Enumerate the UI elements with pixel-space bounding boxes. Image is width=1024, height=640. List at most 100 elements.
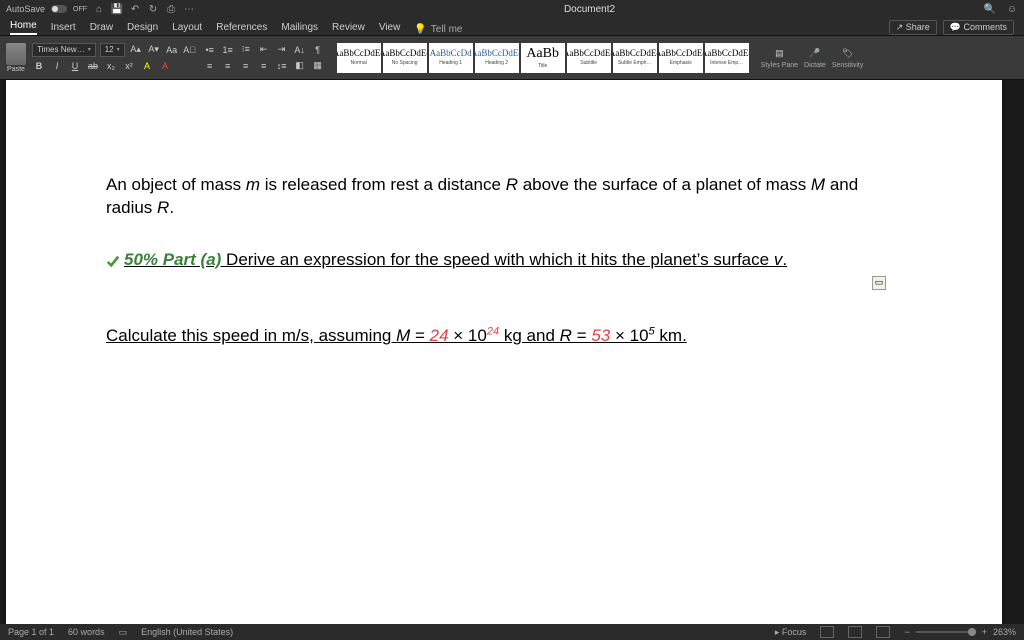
focus-mode-button[interactable]: ▸ Focus: [775, 627, 807, 638]
shading-icon[interactable]: ◧: [293, 59, 307, 73]
autosave-toggle[interactable]: [51, 5, 67, 13]
style-sample: AaBbCcDdEe: [705, 49, 749, 58]
tell-me[interactable]: 💡 Tell me: [414, 24, 462, 35]
undo-icon[interactable]: ↶: [129, 3, 141, 15]
style-no-spacing[interactable]: AaBbCcDdEeNo Spacing: [383, 43, 427, 73]
tab-home[interactable]: Home: [10, 20, 37, 35]
grow-font-icon[interactable]: A▴: [129, 43, 143, 57]
tab-mailings[interactable]: Mailings: [281, 22, 318, 35]
indent-icon[interactable]: ⇥: [275, 43, 289, 57]
autosave-state: OFF: [73, 6, 87, 13]
save-icon[interactable]: 💾: [111, 3, 123, 15]
style-title[interactable]: AaBbTitle: [521, 43, 565, 73]
paragraph-group: •≡ 1≡ ⁝≡ ⇤ ⇥ A↓ ¶ ≡ ≡ ≡ ≡ ↕≡ ◧ ▦: [203, 43, 325, 73]
underline-icon[interactable]: U: [68, 59, 82, 73]
status-spellcheck-icon[interactable]: ▭: [119, 627, 128, 638]
layout-options-icon[interactable]: ▭: [872, 276, 886, 290]
more-icon[interactable]: ⋯: [183, 3, 195, 15]
multilevel-icon[interactable]: ⁝≡: [239, 43, 253, 57]
tab-design[interactable]: Design: [127, 22, 158, 35]
align-right-icon[interactable]: ≡: [239, 59, 253, 73]
superscript-icon[interactable]: x²: [122, 59, 136, 73]
font-size-select[interactable]: 12▾: [100, 43, 125, 57]
tab-draw[interactable]: Draw: [90, 22, 113, 35]
tab-layout[interactable]: Layout: [172, 22, 202, 35]
style-heading-2[interactable]: AaBbCcDdEeHeading 2: [475, 43, 519, 73]
borders-icon[interactable]: ▦: [311, 59, 325, 73]
zoom-in-icon[interactable]: +: [982, 627, 987, 637]
page-content[interactable]: An object of mass m is released from res…: [106, 174, 866, 346]
part-label: 50% Part (a): [124, 250, 226, 269]
strike-icon[interactable]: ab: [86, 59, 100, 73]
style-label: Heading 2: [485, 60, 508, 66]
style-label: Subtle Emph…: [618, 60, 652, 66]
web-layout-icon[interactable]: [876, 626, 890, 638]
numbering-icon[interactable]: 1≡: [221, 43, 235, 57]
style-label: Normal: [351, 60, 367, 66]
italic-icon[interactable]: I: [50, 59, 64, 73]
style-label: Title: [538, 63, 547, 69]
smile-icon[interactable]: ☺: [1006, 3, 1018, 15]
tab-view[interactable]: View: [379, 22, 401, 35]
autosave-label: AutoSave: [6, 4, 45, 14]
style-heading-1[interactable]: AaBbCcDdHeading 1: [429, 43, 473, 73]
style-intense-emp-[interactable]: AaBbCcDdEeIntense Emp…: [705, 43, 749, 73]
print-layout-icon[interactable]: [848, 626, 862, 638]
styles-pane-button[interactable]: ▤ Styles Pane: [761, 47, 798, 69]
sensitivity-icon: 🏷: [841, 47, 855, 61]
clear-format-icon[interactable]: A⃠: [183, 43, 197, 57]
comments-button[interactable]: 💬 Comments: [943, 20, 1014, 35]
bullets-icon[interactable]: •≡: [203, 43, 217, 57]
sort-icon[interactable]: A↓: [293, 43, 307, 57]
ribbon-tabs: Home Insert Draw Design Layout Reference…: [0, 18, 1024, 36]
style-sample: AaBbCcDdEe: [659, 49, 703, 58]
zoom-control[interactable]: − + 263%: [904, 627, 1016, 637]
tab-references[interactable]: References: [216, 22, 267, 35]
line-spacing-icon[interactable]: ↕≡: [275, 59, 289, 73]
align-center-icon[interactable]: ≡: [221, 59, 235, 73]
redo-icon[interactable]: ↻: [147, 3, 159, 15]
sensitivity-button[interactable]: 🏷 Sensitivity: [832, 47, 864, 69]
shrink-font-icon[interactable]: A▾: [147, 43, 161, 57]
style-label: Emphasis: [670, 60, 692, 66]
style-label: No Spacing: [392, 60, 418, 66]
page[interactable]: An object of mass m is released from res…: [6, 80, 1002, 624]
outdent-icon[interactable]: ⇤: [257, 43, 271, 57]
paragraph-part-a[interactable]: 50% Part (a) Derive an expression for th…: [106, 250, 866, 270]
tab-review[interactable]: Review: [332, 22, 365, 35]
show-marks-icon[interactable]: ¶: [311, 43, 325, 57]
read-mode-icon[interactable]: [820, 626, 834, 638]
align-left-icon[interactable]: ≡: [203, 59, 217, 73]
status-bar: Page 1 of 1 60 words ▭ English (United S…: [0, 624, 1024, 640]
style-sample: AaBbCcDdEe: [567, 49, 611, 58]
tab-insert[interactable]: Insert: [51, 22, 76, 35]
subscript-icon[interactable]: x₂: [104, 59, 118, 73]
highlight-icon[interactable]: A: [140, 59, 154, 73]
mic-icon: 🎤: [808, 47, 822, 61]
style-subtitle[interactable]: AaBbCcDdEeSubtitle: [567, 43, 611, 73]
paragraph-intro[interactable]: An object of mass m is released from res…: [106, 174, 866, 220]
paste-group[interactable]: Paste: [6, 36, 26, 79]
dictate-button[interactable]: 🎤 Dictate: [804, 47, 826, 69]
print-icon[interactable]: ⎙: [165, 3, 177, 15]
status-words[interactable]: 60 words: [68, 627, 105, 637]
style-subtle-emph-[interactable]: AaBbCcDdEeSubtle Emph…: [613, 43, 657, 73]
zoom-slider[interactable]: [916, 631, 976, 633]
style-normal[interactable]: AaBbCcDdEeNormal: [337, 43, 381, 73]
zoom-out-icon[interactable]: −: [904, 627, 909, 637]
change-case-icon[interactable]: Aa: [165, 43, 179, 57]
styles-pane-icon: ▤: [772, 47, 786, 61]
style-emphasis[interactable]: AaBbCcDdEe Emphasis: [659, 43, 703, 73]
share-button[interactable]: ↗ Share: [889, 20, 937, 35]
justify-icon[interactable]: ≡: [257, 59, 271, 73]
status-page[interactable]: Page 1 of 1: [8, 627, 54, 637]
status-language[interactable]: English (United States): [141, 627, 233, 637]
bold-icon[interactable]: B: [32, 59, 46, 73]
font-color-icon[interactable]: A: [158, 59, 172, 73]
paste-icon: [6, 43, 26, 65]
search-icon[interactable]: 🔍: [984, 3, 996, 15]
style-sample: AaBbCcDd: [430, 49, 472, 58]
home-icon[interactable]: ⌂: [93, 3, 105, 15]
font-name-select[interactable]: Times New…▾: [32, 43, 96, 57]
paragraph-calculate[interactable]: Calculate this speed in m/s, assuming M …: [106, 326, 866, 346]
